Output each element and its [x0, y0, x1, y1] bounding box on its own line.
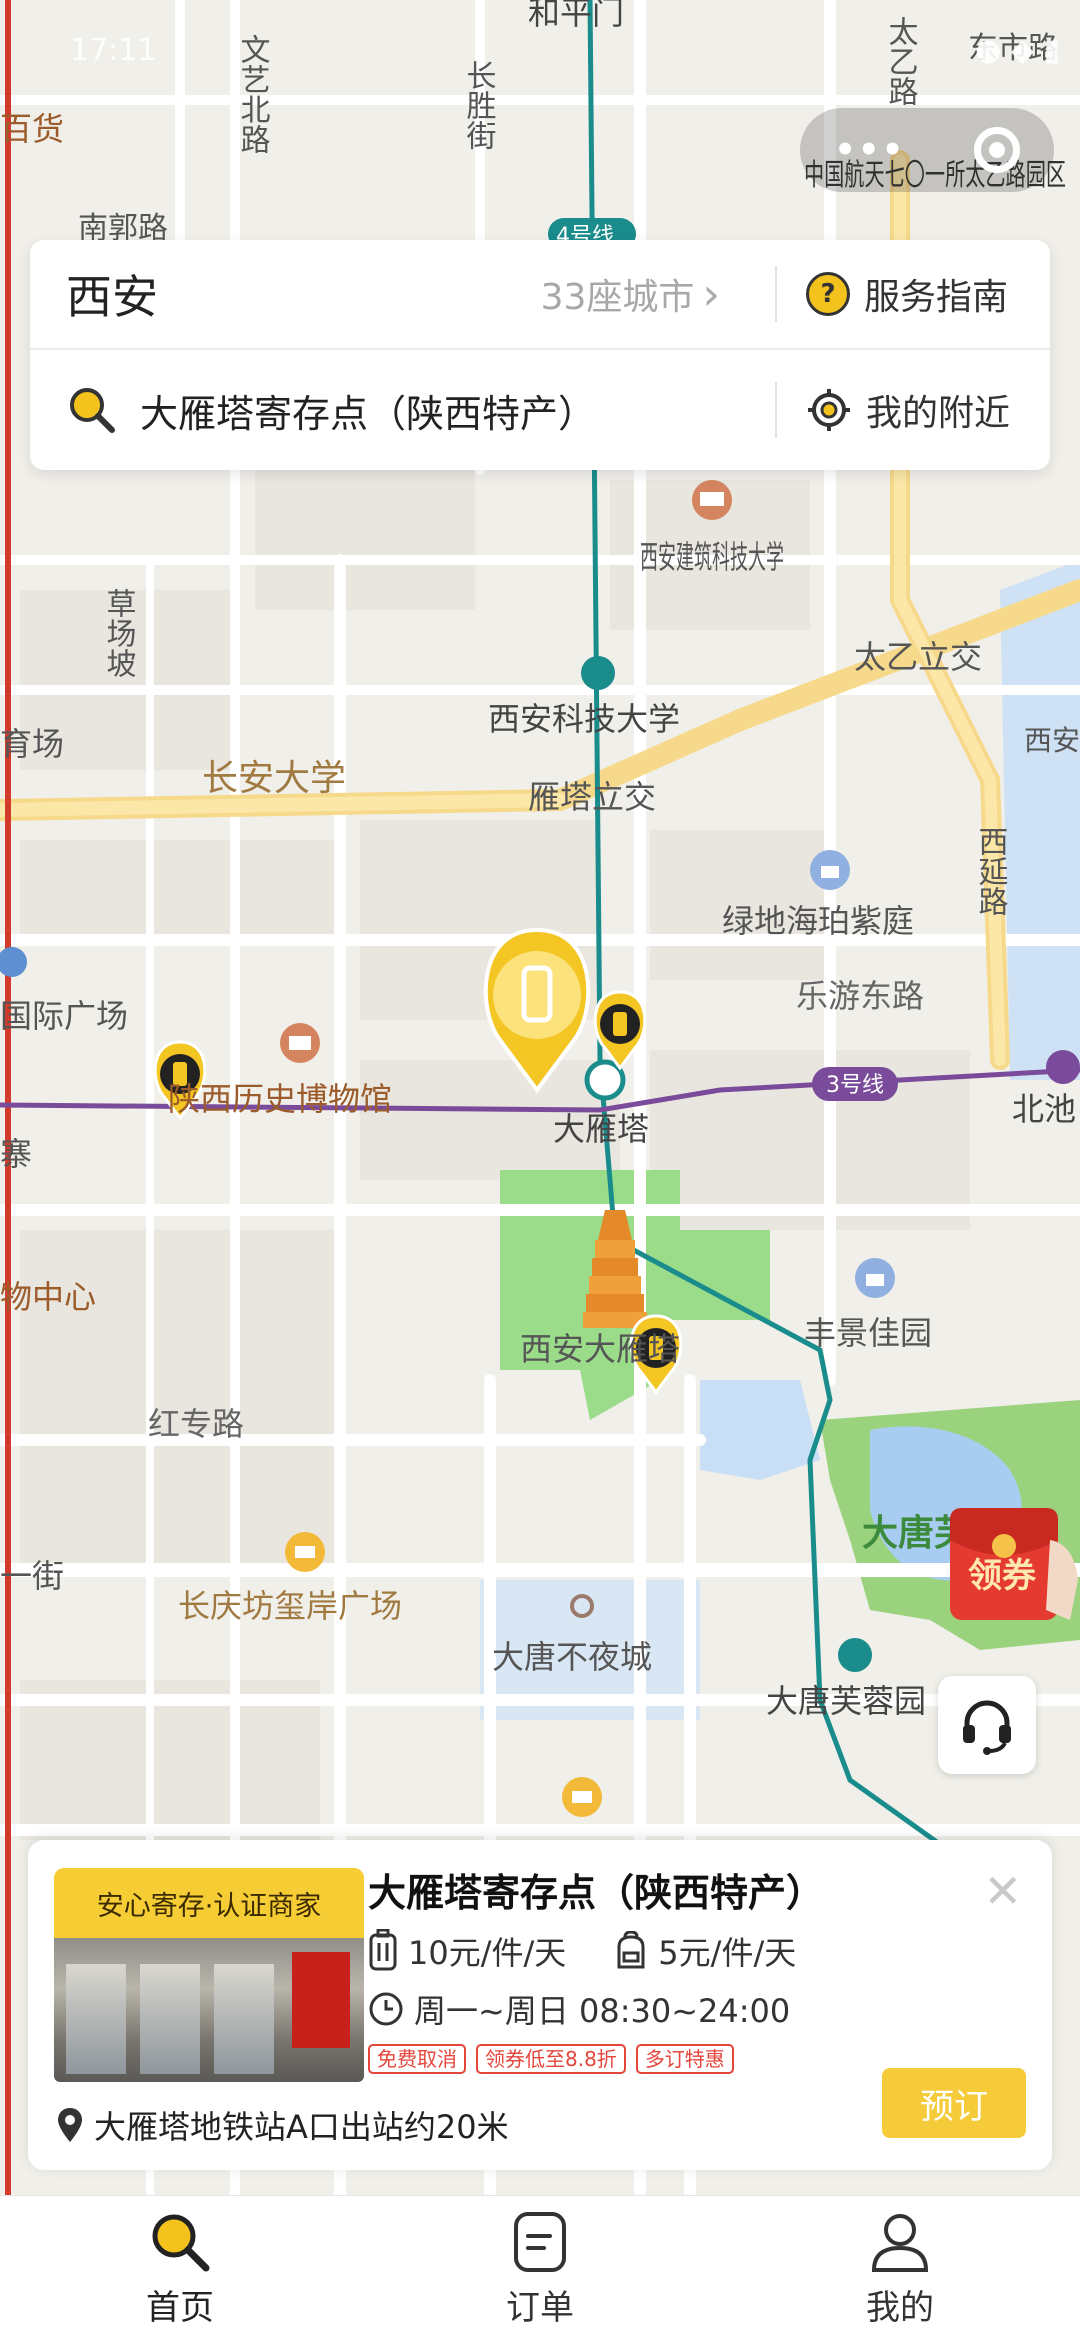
map-label: 太乙立交 — [854, 638, 982, 676]
search-input[interactable]: 大雁塔寄存点（陕西特产） — [140, 383, 596, 438]
map-label: 百货 — [0, 110, 64, 148]
user-icon — [871, 2214, 929, 2272]
headset-icon — [963, 1700, 1011, 1755]
map-label: 太乙路 — [883, 16, 918, 106]
promo-tags: 免费取消 领券低至8.8折 多订特惠 — [368, 2044, 734, 2074]
tab-label: 我的 — [866, 2288, 934, 2328]
tab-label: 订单 — [506, 2288, 574, 2328]
map-label: 寨 — [0, 1135, 32, 1173]
nearby-button[interactable]: 我的附近 — [806, 384, 1010, 436]
map-label: 西安大雁塔 — [520, 1330, 680, 1368]
store-card[interactable]: 安心寄存·认证商家 大雁塔寄存点（陕西特产） ✕ 10元/件/天 5元/件/天 — [28, 1840, 1052, 2170]
search-row: 大雁塔寄存点（陕西特产） 我的附近 — [30, 355, 1050, 465]
store-photo — [54, 1938, 364, 2082]
map-label: 大唐芙蓉园 — [766, 1682, 926, 1720]
store-photo-window — [66, 1964, 126, 2074]
service-guide-label: 服务指南 — [864, 277, 1009, 318]
tab-bar: 首页 订单 我的 — [0, 2195, 1080, 2340]
certified-badge: 安心寄存·认证商家 — [54, 1868, 364, 1938]
map-label: 红专路 — [148, 1405, 244, 1443]
map-label: 长庆坊玺岸广场 — [178, 1587, 402, 1625]
map-label: 西安建筑科技大学 — [640, 538, 784, 576]
map-label: 长安大学 — [202, 758, 346, 799]
map-label: 乐游东路 — [796, 977, 924, 1015]
divider — [775, 266, 777, 322]
map-label: 西安科技大学 — [488, 700, 680, 738]
location-pin-icon — [58, 2108, 82, 2142]
clock-icon — [369, 1992, 403, 2026]
price-large-label: 10元/件/天 — [408, 1934, 567, 1972]
store-name: 大雁塔寄存点（陕西特产） — [368, 1871, 825, 1915]
question-icon: ? — [806, 272, 850, 316]
map-label: 陕西历史博物馆 — [168, 1080, 392, 1118]
tab-profile[interactable]: 我的 — [720, 2196, 1080, 2340]
price-small-label: 5元/件/天 — [658, 1934, 797, 1972]
tab-label: 首页 — [146, 2288, 214, 2328]
store-photo-window — [214, 1964, 274, 2074]
map-label: 雁塔立交 — [528, 778, 656, 816]
city-name[interactable]: 西安 — [66, 261, 158, 327]
book-button[interactable]: 预订 — [882, 2068, 1026, 2138]
map-label: 东市路 — [968, 31, 1058, 66]
transfer-station-icon — [584, 1059, 626, 1101]
city-count-link[interactable]: 33座城市 — [541, 268, 720, 320]
divider — [775, 382, 777, 438]
map-label: 育场 — [0, 725, 64, 763]
location-label: 大雁塔地铁站A口出站约20米 — [94, 2108, 509, 2146]
hours-label: 周一~周日 08:30~24:00 — [414, 1992, 791, 2030]
price-row: 10元/件/天 5元/件/天 — [368, 1928, 796, 1974]
map-label: 文艺北路 — [235, 34, 270, 154]
close-icon[interactable]: ✕ — [983, 1864, 1022, 1918]
plaza-icon-2 — [562, 1777, 602, 1817]
museum-icon — [280, 1023, 320, 1063]
map-label: 国际广场 — [0, 997, 128, 1035]
mini-program-capsule[interactable]: ••• — [800, 108, 1054, 192]
price-large: 10元/件/天 — [368, 1928, 566, 1974]
residence-icon-2 — [855, 1258, 895, 1298]
store-photo-window — [140, 1964, 200, 2074]
locate-icon — [808, 389, 850, 431]
search-card: 西安 33座城市 ? 服务指南 大雁塔寄存点（陕西特产） 我的附近 — [30, 240, 1050, 470]
location-row: 大雁塔地铁站A口出站约20米 — [56, 2102, 509, 2148]
coupon-float-button[interactable]: 领券 — [946, 1500, 1080, 1630]
map-label: 绿地海珀紫庭 — [722, 902, 914, 940]
backpack-icon — [617, 1931, 645, 1969]
customer-service-button[interactable] — [938, 1676, 1036, 1774]
residence-icon — [810, 850, 850, 890]
map-label: 一街 — [0, 1557, 64, 1595]
promo-tag: 多订特惠 — [635, 2044, 734, 2074]
map-label: 长胜街 — [461, 60, 497, 150]
nearby-label: 我的附近 — [866, 393, 1011, 434]
map-label: 西延路 — [973, 826, 1009, 916]
tab-home[interactable]: 首页 — [0, 2196, 360, 2340]
map-label: 北池 — [1012, 1090, 1076, 1128]
tab-orders[interactable]: 订单 — [360, 2196, 720, 2340]
plaza-icon — [285, 1532, 325, 1572]
service-guide-button[interactable]: ? 服务指南 — [806, 268, 1008, 320]
price-small: 5元/件/天 — [614, 1928, 796, 1974]
order-icon — [514, 2212, 566, 2272]
area-right — [1000, 560, 1080, 1080]
map-label: 物中心 — [0, 1278, 96, 1316]
map-label: 丰景佳园 — [804, 1314, 932, 1352]
map-label: 大唐不夜城 — [492, 1638, 652, 1676]
promo-tag: 免费取消 — [368, 2044, 466, 2074]
suitcase-icon — [369, 1929, 397, 1971]
map-label: 和平门 — [528, 0, 624, 32]
store-photo-sign — [292, 1952, 350, 2048]
coupon-label: 领券 — [968, 1556, 1036, 1596]
map-label: 西安铁路 — [1024, 724, 1080, 757]
hours-row: 周一~周日 08:30~24:00 — [368, 1986, 790, 2032]
search-icon — [152, 2214, 210, 2272]
search-icon — [70, 388, 115, 433]
close-capsule-icon[interactable] — [973, 127, 1020, 173]
city-row: 西安 33座城市 ? 服务指南 — [30, 240, 1050, 350]
map-label: 3号线 — [826, 1073, 884, 1098]
map-label: 草场坡 — [101, 588, 136, 678]
more-icon[interactable]: ••• — [834, 130, 905, 170]
water-area — [700, 1380, 820, 1480]
university-icon — [692, 480, 732, 520]
map-label: 大雁塔 — [553, 1110, 649, 1148]
promo-tag: 领券低至8.8折 — [476, 2044, 626, 2074]
